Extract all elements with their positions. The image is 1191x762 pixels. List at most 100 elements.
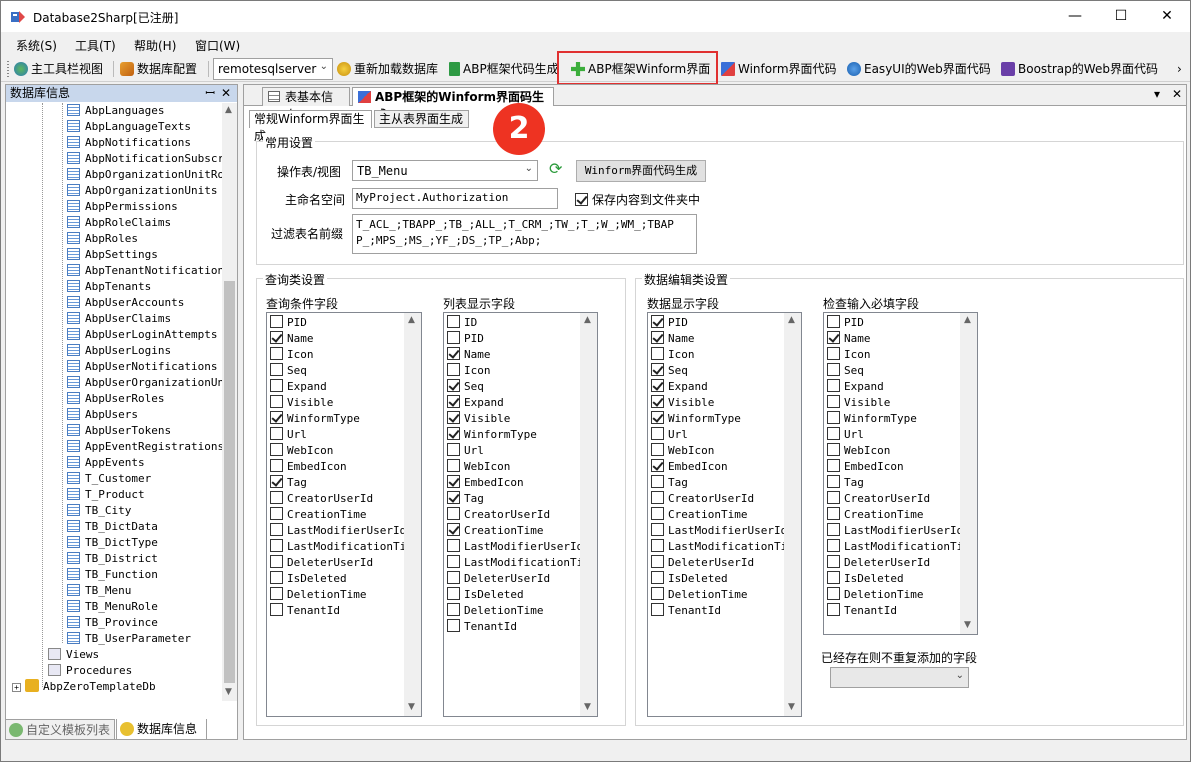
field-checkbox-item[interactable]: DeletionTime — [651, 587, 747, 603]
field-checkbox-item[interactable]: Expand — [651, 379, 708, 395]
refresh-icon[interactable]: ⟳ — [549, 159, 562, 178]
field-checkbox-item[interactable]: TenantId — [651, 603, 721, 619]
tree-table-item[interactable]: AbpUsers — [67, 407, 138, 423]
db-config-button[interactable]: 数据库配置 — [120, 59, 197, 79]
checkbox[interactable] — [270, 523, 283, 536]
field-checkbox-item[interactable]: Tag — [651, 475, 688, 491]
field-checkbox-item[interactable]: WinformType — [827, 411, 917, 427]
checkbox[interactable] — [447, 395, 460, 408]
tree-table-item[interactable]: AbpNotifications — [67, 135, 191, 151]
field-checkbox-item[interactable]: EmbedIcon — [827, 459, 904, 475]
checkbox[interactable] — [270, 315, 283, 328]
field-checkbox-item[interactable]: Name — [447, 347, 491, 363]
expand-icon[interactable]: + — [12, 683, 21, 692]
tree-table-item[interactable]: AbpUserTokens — [67, 423, 171, 439]
field-checkbox-item[interactable]: LastModifierUserId — [827, 523, 963, 539]
checkbox[interactable] — [270, 539, 283, 552]
scroll-up-icon[interactable]: ▲ — [788, 315, 795, 325]
checkbox[interactable] — [447, 571, 460, 584]
checkbox[interactable] — [827, 427, 840, 440]
checkbox[interactable] — [447, 603, 460, 616]
tree-table-item[interactable]: AbpUserClaims — [67, 311, 171, 327]
display-fields-list[interactable]: PID Name Icon Seq Expand Visible WinformType Ur… — [647, 312, 802, 717]
checkbox[interactable] — [270, 427, 283, 440]
tree-table-item[interactable]: TB_City — [67, 503, 131, 519]
tree-table-item[interactable]: AbpTenants — [67, 279, 151, 295]
checkbox[interactable] — [827, 459, 840, 472]
save-folder-checkbox[interactable]: 保存内容到文件夹中 — [575, 191, 700, 208]
checkbox[interactable] — [651, 555, 664, 568]
checkbox[interactable] — [827, 443, 840, 456]
checkbox[interactable] — [827, 411, 840, 424]
main-toolbar-view-button[interactable]: 主工具栏视图 — [14, 59, 103, 79]
checkbox[interactable] — [270, 587, 283, 600]
field-checkbox-item[interactable]: Url — [827, 427, 864, 443]
cond-fields-list[interactable]: PID Name Icon Seq Expand Visible WinformType Ur… — [266, 312, 422, 717]
field-checkbox-item[interactable]: Tag — [270, 475, 307, 491]
field-checkbox-item[interactable]: PID — [827, 315, 864, 331]
reload-db-button[interactable]: 重新加载数据库 — [337, 59, 438, 79]
field-checkbox-item[interactable]: Icon — [447, 363, 491, 379]
field-checkbox-item[interactable]: IsDeleted — [447, 587, 524, 603]
field-checkbox-item[interactable]: CreationTime — [270, 507, 366, 523]
field-checkbox-item[interactable]: IsDeleted — [651, 571, 728, 587]
field-checkbox-item[interactable]: IsDeleted — [270, 571, 347, 587]
tab-master-detail[interactable]: 主从表界面生成 — [374, 110, 469, 128]
scroll-up-icon[interactable]: ▲ — [584, 315, 591, 325]
checkbox[interactable] — [827, 331, 840, 344]
checkbox[interactable] — [827, 395, 840, 408]
tree-table-item[interactable]: AbpRoles — [67, 231, 138, 247]
field-checkbox-item[interactable]: CreatorUserId — [651, 491, 754, 507]
field-checkbox-item[interactable]: CreatorUserId — [827, 491, 930, 507]
checkbox[interactable] — [447, 363, 460, 376]
checkbox[interactable] — [651, 379, 664, 392]
field-checkbox-item[interactable]: TenantId — [827, 603, 897, 619]
field-checkbox-item[interactable]: PID — [651, 315, 688, 331]
tree-table-item[interactable]: TB_DictData — [67, 519, 158, 535]
checkbox[interactable] — [270, 379, 283, 392]
field-checkbox-item[interactable]: WebIcon — [651, 443, 714, 459]
checkbox[interactable] — [575, 193, 588, 206]
checkbox[interactable] — [447, 427, 460, 440]
field-checkbox-item[interactable]: IsDeleted — [827, 571, 904, 587]
checkbox[interactable] — [827, 587, 840, 600]
field-checkbox-item[interactable]: Icon — [827, 347, 871, 363]
checkbox[interactable] — [651, 411, 664, 424]
scroll-down-icon[interactable]: ▼ — [584, 702, 591, 712]
checkbox[interactable] — [447, 379, 460, 392]
tab-template-list[interactable]: 自定义模板列表 — [5, 719, 115, 740]
prefix-textarea[interactable]: T_ACL_;TBAPP_;TB_;ALL_;T_CRM_;TW_;T_;W_;… — [352, 214, 697, 254]
field-checkbox-item[interactable]: Seq — [827, 363, 864, 379]
tree-table-item[interactable]: AbpUserLogins — [67, 343, 171, 359]
field-checkbox-item[interactable]: Expand — [827, 379, 884, 395]
checkbox[interactable] — [270, 395, 283, 408]
field-checkbox-item[interactable]: Expand — [447, 395, 504, 411]
checkbox[interactable] — [827, 523, 840, 536]
menu-window[interactable]: 窗口(W) — [195, 37, 240, 54]
field-checkbox-item[interactable]: Name — [270, 331, 314, 347]
field-checkbox-item[interactable]: Seq — [651, 363, 688, 379]
checkbox[interactable] — [447, 347, 460, 360]
checkbox[interactable] — [651, 491, 664, 504]
list-scrollbar[interactable]: ▲ ▼ — [960, 313, 977, 634]
checkbox[interactable] — [447, 555, 460, 568]
field-checkbox-item[interactable]: TenantId — [447, 619, 517, 635]
tree-table-item[interactable]: AbpSettings — [67, 247, 158, 263]
field-checkbox-item[interactable]: LastModifierUserId — [447, 539, 583, 555]
tree-table-item[interactable]: AbpPermissions — [67, 199, 178, 215]
menu-tools[interactable]: 工具(T) — [75, 37, 116, 54]
checkbox[interactable] — [651, 603, 664, 616]
tree-table-item[interactable]: AbpUserRoles — [67, 391, 164, 407]
tree-table-item[interactable]: AppEvents — [67, 455, 145, 471]
server-select[interactable]: remotesqlserver ⌄ — [213, 58, 333, 80]
checkbox[interactable] — [270, 603, 283, 616]
checkbox[interactable] — [827, 363, 840, 376]
scroll-thumb[interactable] — [224, 281, 235, 683]
field-checkbox-item[interactable]: CreatorUserId — [447, 507, 550, 523]
field-checkbox-item[interactable]: DeletionTime — [270, 587, 366, 603]
field-checkbox-item[interactable]: EmbedIcon — [651, 459, 728, 475]
checkbox[interactable] — [447, 315, 460, 328]
field-checkbox-item[interactable]: Seq — [270, 363, 307, 379]
scroll-down-icon[interactable]: ▼ — [225, 687, 232, 697]
field-checkbox-item[interactable]: WinformType — [651, 411, 741, 427]
